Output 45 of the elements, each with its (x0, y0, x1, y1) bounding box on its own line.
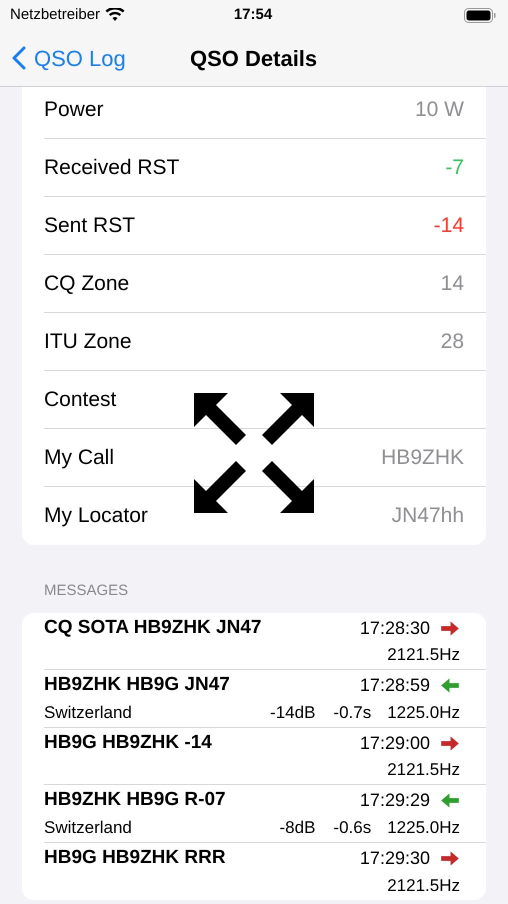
message-time: 17:29:30 (360, 847, 430, 870)
detail-value: 10 W (414, 96, 464, 123)
message-country: Switzerland (44, 816, 132, 839)
message-text: HB9ZHK HB9G R-07 (44, 788, 227, 812)
battery-icon (464, 8, 496, 22)
expand-icon (194, 393, 314, 513)
message-time: 17:28:30 (360, 616, 430, 640)
detail-value: JN47hh (392, 503, 464, 530)
message-time-offset: -0.6s (333, 816, 372, 839)
status-time: 17:54 (234, 4, 272, 25)
detail-value: HB9ZHK (381, 444, 464, 471)
message-text: HB9G HB9ZHK RRR (44, 846, 227, 870)
back-button[interactable]: QSO Log (0, 42, 126, 74)
message-text: HB9ZHK HB9G JN47 (44, 673, 231, 698)
message-snr: -14dB (270, 702, 316, 724)
chevron-left-icon (12, 46, 26, 70)
message-text: CQ SOTA HB9ZHK JN47 (44, 616, 262, 640)
detail-value: 28 (440, 328, 464, 355)
detail-label: CQ Zone (44, 270, 130, 297)
detail-label: Received RST (44, 154, 180, 181)
detail-value: -14 (434, 212, 464, 239)
message-time: 17:29:00 (360, 732, 430, 754)
detail-label: Sent RST (44, 212, 136, 239)
message-snr: -8dB (280, 816, 316, 839)
detail-label: My Call (44, 444, 116, 471)
message-time: 17:29:29 (360, 789, 430, 812)
message-time: 17:28:59 (360, 674, 430, 697)
message-frequency: 1225.0Hz (387, 816, 460, 839)
carrier-name: Netzbetreiber (10, 4, 100, 25)
detail-value: -7 (445, 154, 464, 181)
message-frequency: 1225.0Hz (387, 702, 460, 724)
messages-header: MESSAGES (44, 581, 130, 601)
detail-label: ITU Zone (44, 328, 133, 355)
message-text: HB9G HB9ZHK -14 (44, 730, 213, 755)
message-time-offset: -0.7s (333, 702, 372, 724)
detail-label: My Locator (44, 503, 149, 530)
detail-label: Power (44, 96, 105, 123)
message-frequency: 2121.5Hz (387, 874, 460, 897)
nav-title: QSO Details (190, 44, 318, 72)
detail-label: Contest (44, 386, 118, 413)
detail-value: 14 (440, 270, 464, 297)
wifi-icon (105, 8, 126, 22)
message-frequency: 2121.5Hz (387, 759, 460, 782)
message-frequency: 2121.5Hz (387, 644, 460, 666)
message-country: Switzerland (44, 702, 132, 724)
